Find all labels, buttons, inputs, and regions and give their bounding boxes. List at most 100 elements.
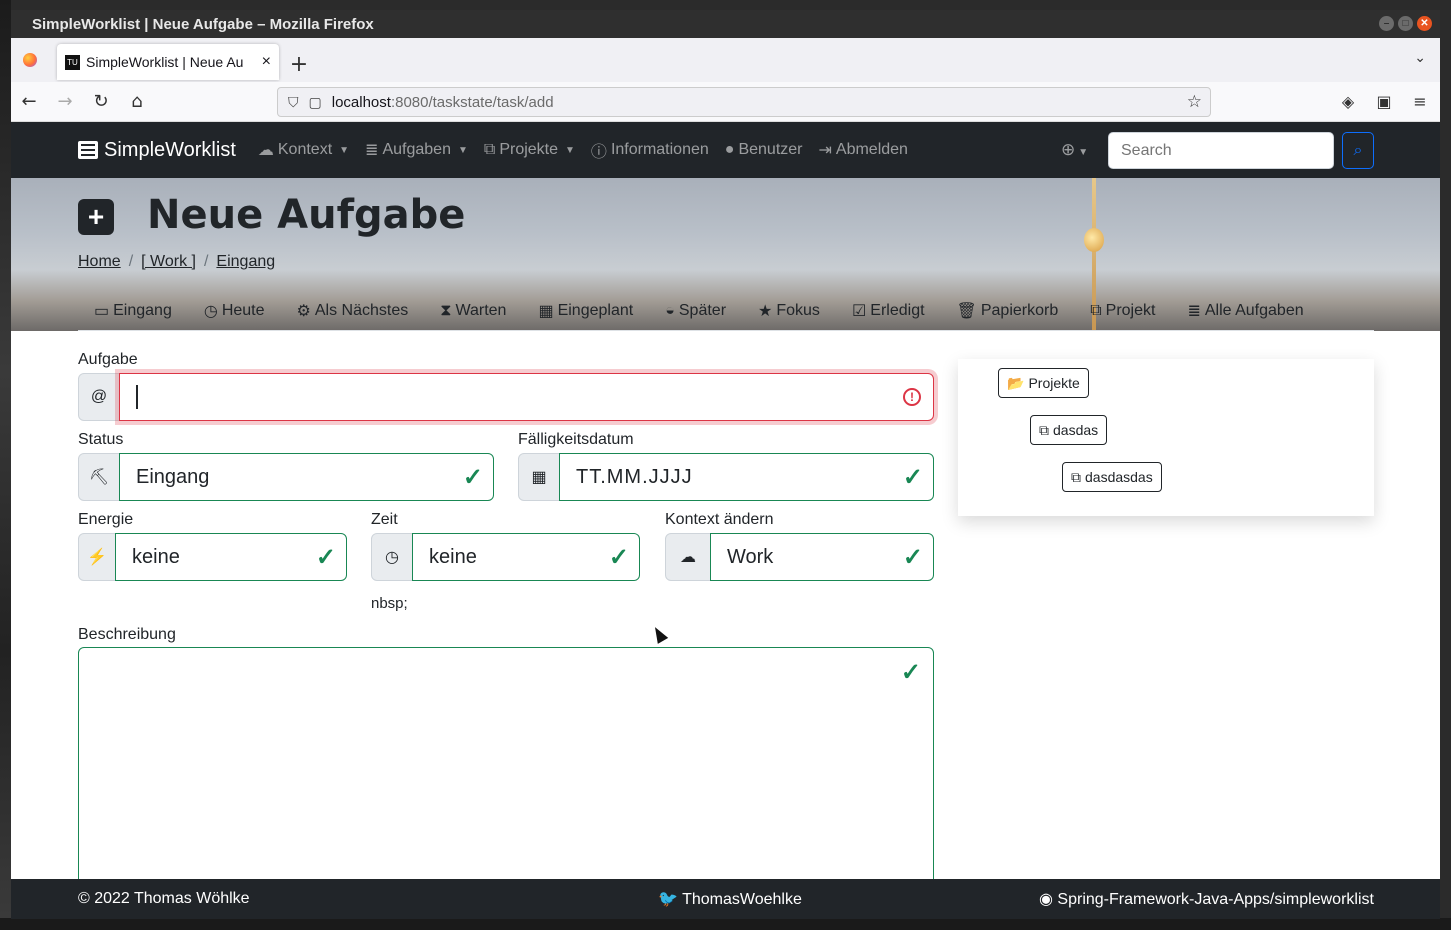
tab-papierkorb[interactable]: 🗑 Papierkorb (941, 301, 1075, 321)
back-button[interactable]: ← (11, 86, 47, 118)
search-icon: ⌕ (1353, 141, 1363, 159)
cogs-icon: ⚙ (296, 302, 311, 320)
nav-abmelden[interactable]: ⇥ Abmelden (819, 140, 908, 160)
tab-label: Papierkorb (980, 301, 1059, 319)
time-value: keine (429, 545, 477, 568)
search-input[interactable] (1108, 132, 1334, 169)
project-button-dasdas[interactable]: ⧉ dasdas (1030, 415, 1108, 445)
twitter-icon: 🐦 (658, 891, 678, 908)
clock-icon: ◷ (371, 533, 413, 581)
caret-down-icon: ▼ (565, 144, 575, 156)
app-navbar: SimpleWorklist ☁ Kontext ▼ ≣ Aufgaben ▼ … (11, 122, 1440, 178)
projects-root-label: Projekte (1028, 375, 1080, 391)
tab-label: Heute (221, 301, 265, 319)
page-info-icon[interactable]: ▢ (309, 94, 322, 111)
energy-value: keine (132, 545, 180, 568)
check-icon: ✓ (462, 463, 483, 491)
binoculars-icon: ◒ (665, 301, 675, 319)
project-button-dasdasdas[interactable]: ⧉ dasdasdas (1062, 462, 1162, 492)
tab-eingang[interactable]: ▭ Eingang (78, 301, 188, 321)
page-footer: © 2022 Thomas Wöhlke 🐦 ThomasWoehlke ◉ S… (11, 879, 1440, 919)
browser-tab[interactable]: TU SimpleWorklist | Neue Au × (57, 44, 279, 80)
brand-name: SimpleWorklist (104, 138, 236, 161)
tab-erledigt[interactable]: ☑ Erledigt (836, 301, 941, 321)
time-input-group: ◷ keine ✓ (371, 533, 640, 581)
projects-root-button[interactable]: 📂 Projekte (998, 368, 1089, 398)
nav-projekte-label: Projekte (499, 141, 559, 158)
breadcrumb-context[interactable]: [ Work ] (141, 253, 196, 271)
home-button[interactable]: ⌂ (119, 86, 155, 118)
breadcrumb-eingang[interactable]: Eingang (216, 253, 275, 271)
calendar-icon: ▦ (538, 302, 554, 320)
tab-close-icon[interactable]: × (262, 53, 271, 71)
due-date-input[interactable]: TT.MM.JJJJ ✓ (559, 453, 934, 501)
tab-eingeplant[interactable]: ▦ Eingeplant (522, 301, 649, 321)
bookmark-star-icon[interactable]: ☆ (1187, 92, 1202, 112)
tab-label: Projekt (1105, 301, 1156, 319)
tab-fokus[interactable]: ★ Fokus (742, 301, 836, 321)
language-dropdown[interactable]: ⊕ ▼ (1061, 140, 1088, 160)
forward-button[interactable]: → (47, 86, 83, 118)
caret-down-icon: ▼ (1078, 147, 1089, 158)
url-bar[interactable]: ⛉ ▢ localhost:8080/taskstate/task/add ☆ (277, 87, 1211, 117)
status-select[interactable]: Eingang ✓ (119, 453, 494, 501)
due-date-input-group: ▦ TT.MM.JJJJ ✓ (518, 453, 934, 501)
sitemap-icon: ⧉ (1039, 421, 1049, 438)
menu-icon[interactable]: ≡ (1406, 88, 1434, 116)
tab-spaeter[interactable]: ◒ Später (649, 302, 742, 320)
tab-projekt[interactable]: ⧉ Projekt (1074, 302, 1171, 320)
footer-twitter-link[interactable]: 🐦 ThomasWoehlke (658, 889, 802, 909)
tab-als-naechstes[interactable]: ⚙ Als Nächstes (281, 301, 425, 321)
check-square-icon: ☑ (851, 302, 867, 320)
energy-select[interactable]: keine ✓ (115, 533, 347, 581)
nav-kontext[interactable]: ☁ Kontext ▼ (258, 140, 349, 160)
reload-button[interactable]: ↻ (83, 86, 119, 118)
inbox-icon: ▭ (94, 302, 110, 320)
minimize-button[interactable]: – (1379, 16, 1394, 31)
status-value: Eingang (136, 465, 210, 488)
tab-alle-aufgaben[interactable]: ≣ Alle Aufgaben (1171, 301, 1319, 321)
logout-icon: ⇥ (818, 142, 832, 159)
nav-aufgaben[interactable]: ≣ Aufgaben ▼ (365, 140, 468, 160)
status-label: Status (78, 431, 124, 448)
extension-icon[interactable]: ▣ (1370, 88, 1398, 116)
breadcrumb-home[interactable]: Home (78, 253, 121, 271)
context-input-group: ☁ Work ✓ (665, 533, 934, 581)
context-label: Kontext ändern (665, 511, 774, 528)
tab-label: Später (678, 301, 727, 319)
nav-kontext-label: Kontext (277, 141, 333, 158)
nav-benutzer[interactable]: ● Benutzer (725, 141, 803, 159)
brand-link[interactable]: SimpleWorklist (78, 139, 236, 162)
maximize-button[interactable]: □ (1398, 16, 1413, 31)
nav-informationen-label: Informationen (610, 141, 709, 158)
browser-window: SimpleWorklist | Neue Aufgabe – Mozilla … (11, 10, 1440, 919)
sitemap-icon: ⧉ (1090, 301, 1102, 319)
close-window-button[interactable]: ✕ (1417, 16, 1432, 31)
context-value: Work (727, 545, 774, 568)
tab-label: Als Nächstes (314, 301, 409, 319)
at-icon: @ (78, 373, 120, 421)
tab-favicon-icon: TU (65, 54, 80, 70)
star-icon: ★ (758, 302, 773, 320)
sitemap-icon: ⧉ (1071, 468, 1081, 485)
nav-informationen[interactable]: ⓘ Informationen (591, 138, 709, 162)
firefox-icon[interactable] (11, 38, 49, 82)
pocket-icon[interactable]: ◈ (1334, 88, 1362, 116)
time-note: nbsp; (371, 595, 408, 612)
list-tabs-icon[interactable]: ⌄ (1414, 50, 1426, 66)
time-label: Zeit (371, 511, 398, 528)
footer-github-link[interactable]: ◉ Spring-Framework-Java-Apps/simpleworkl… (1039, 889, 1374, 909)
description-textarea[interactable]: ✓ (78, 647, 934, 907)
context-select[interactable]: Work ✓ (710, 533, 934, 581)
task-title-input[interactable]: ! (119, 373, 934, 421)
caret-down-icon: ▼ (339, 144, 350, 156)
nav-projekte[interactable]: ⧉ Projekte ▼ (484, 141, 575, 159)
tab-warten[interactable]: ⧗ Warten (424, 302, 522, 320)
tab-heute[interactable]: ◷ Heute (188, 301, 281, 321)
trash-icon: 🗑 (956, 302, 977, 320)
tab-label: Fokus (776, 301, 820, 319)
shield-icon[interactable]: ⛉ (288, 94, 299, 111)
new-tab-button[interactable]: + (279, 46, 319, 82)
time-select[interactable]: keine ✓ (412, 533, 640, 581)
search-button[interactable]: ⌕ (1342, 132, 1374, 169)
